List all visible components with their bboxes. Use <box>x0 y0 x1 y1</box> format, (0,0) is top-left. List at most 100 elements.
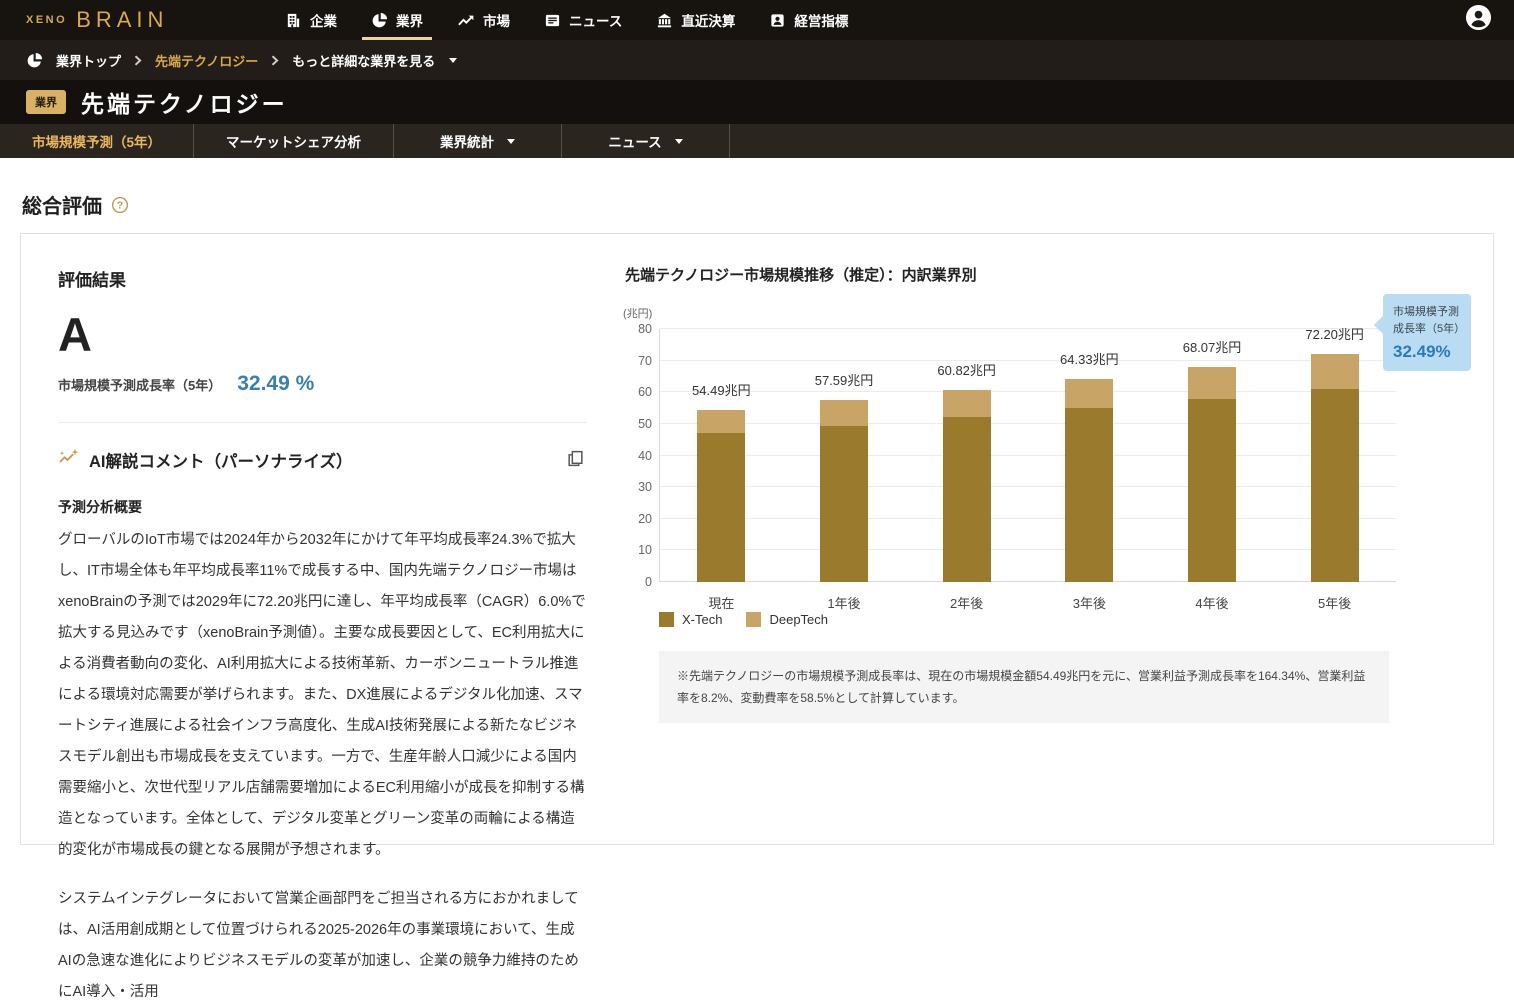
ai-comment-paragraph-2: システムインテグレータにおいて営業企画部門をご担当される方におかれましては、AI… <box>58 891 579 1000</box>
trend-icon <box>457 12 475 29</box>
nav-item-companies[interactable]: 企業 <box>268 0 354 40</box>
growth-rate-row: 市場規模予測成長率（5年） 32.49 % <box>58 372 587 423</box>
gridline <box>660 549 1396 551</box>
nav-item-label: 市場 <box>483 14 510 29</box>
nav-item-label: 直近決算 <box>681 14 736 29</box>
growth-rate-value: 32.49 % <box>237 372 315 395</box>
bar-total-label: 54.49兆円 <box>692 382 751 398</box>
svg-text:?: ? <box>117 199 123 211</box>
stacked-bar-5年後 <box>1310 353 1359 582</box>
title-bar: 業界 先端テクノロジー <box>0 80 1514 124</box>
chart-unit-label: (兆円) <box>623 308 653 320</box>
section-heading-row: 総合評価 ? <box>22 190 1494 219</box>
breadcrumb: 業界トップ 先端テクノロジー もっと詳細な業界を見る <box>0 40 1514 80</box>
chart-title: 先端テクノロジー市場規模推移（推定）：内訳業界別 <box>625 267 977 284</box>
breadcrumb-current[interactable]: 先端テクノロジー <box>155 51 258 70</box>
stacked-bar-2年後 <box>942 389 991 582</box>
callout-value: 32.49% <box>1393 342 1451 362</box>
bar-total-label: 72.20兆円 <box>1305 326 1364 342</box>
x-axis-label: 2年後 <box>950 596 984 611</box>
bar-segment-xtech <box>820 425 868 582</box>
ai-sparkle-icon <box>58 448 79 472</box>
chevron-right-icon <box>134 54 142 66</box>
caret-down-icon <box>507 138 516 144</box>
gridline <box>660 422 1396 424</box>
gridline <box>660 359 1396 361</box>
forecast-summary-heading: 予測分析概要 <box>58 499 142 515</box>
y-axis-tick: 10 <box>638 543 652 558</box>
legend-label: X-Tech <box>682 612 723 627</box>
nav-item-market[interactable]: 市場 <box>440 0 527 40</box>
tab-share[interactable]: マーケットシェア分析 <box>194 124 395 158</box>
section-heading: 総合評価 <box>22 196 102 218</box>
legend-swatch <box>659 612 674 627</box>
bar-segment-xtech <box>697 433 746 582</box>
help-question-icon[interactable]: ? <box>111 196 129 214</box>
top-nav-items: 企業 業界 市場 ニュース 直近決算 経営指標 <box>268 0 865 40</box>
y-axis-tick: 50 <box>638 416 652 431</box>
nav-item-earnings[interactable]: 直近決算 <box>639 0 752 40</box>
stacked-bar-現在 <box>697 409 746 582</box>
tab-label: 市場規模予測（5年） <box>32 135 162 150</box>
nav-item-label: 企業 <box>310 14 337 29</box>
evaluation-grade: A <box>58 308 92 361</box>
stacked-bar-3年後 <box>1065 378 1114 582</box>
x-axis-label: 3年後 <box>1072 596 1106 611</box>
nav-item-label: 経営指標 <box>794 14 849 29</box>
tab-label: 業界統計 <box>440 135 495 150</box>
xenobrain-logo[interactable]: XENO BRAIN <box>26 7 252 33</box>
bar-total-label: 64.33兆円 <box>1060 351 1119 367</box>
bar-segment-deeptech <box>1065 378 1114 409</box>
bar-segment-deeptech <box>820 399 868 426</box>
legend-item-deeptech: DeepTech <box>746 612 828 627</box>
evaluation-column: 評価結果 A 市場規模予測成長率（5年） 32.49 % AI解説コメント（パー… <box>21 234 609 1000</box>
bar-segment-deeptech <box>1188 366 1236 399</box>
tab-forecast[interactable]: 市場規模予測（5年） <box>0 124 195 158</box>
callout-label: 市場規模予測成長率（5年） <box>1393 306 1466 336</box>
bar-segment-deeptech <box>942 389 991 417</box>
bar-segment-xtech <box>942 416 991 582</box>
logo-text-brain: BRAIN <box>76 7 169 32</box>
x-axis-label: 現在 <box>708 596 735 611</box>
stacked-bar-4年後 <box>1188 366 1236 582</box>
y-axis-tick: 80 <box>638 322 652 336</box>
breadcrumb-industry-top[interactable]: 業界トップ <box>56 51 121 70</box>
main-content: 総合評価 ? 評価結果 A 市場規模予測成長率（5年） 32.49 % AI解説… <box>0 158 1514 1000</box>
y-axis-tick: 60 <box>638 385 652 400</box>
bar-segment-xtech <box>1188 398 1236 582</box>
nav-item-indicators[interactable]: 経営指標 <box>752 0 865 40</box>
nav-item-industry[interactable]: 業界 <box>354 0 440 40</box>
ai-comment-paragraph-1: グローバルのIoT市場では2024年から2032年にかけて年平均成長率24.3%… <box>58 532 586 858</box>
gridline <box>660 391 1396 393</box>
nav-item-label: 業界 <box>396 14 423 29</box>
page-title: 先端テクノロジー <box>81 91 288 118</box>
bank-icon <box>656 12 673 29</box>
breadcrumb-more-dropdown[interactable]: もっと詳細な業界を見る <box>292 51 458 70</box>
nav-item-news[interactable]: ニュース <box>527 0 639 40</box>
chevron-right-icon <box>271 54 279 66</box>
gridline <box>660 328 1396 329</box>
ai-comment-header: AI解説コメント（パーソナライズ） <box>58 447 587 473</box>
user-avatar-icon <box>1465 4 1492 36</box>
tab-stats[interactable]: 業界統計 <box>394 124 563 158</box>
bar-segment-xtech <box>1310 389 1359 582</box>
growth-rate-callout: 市場規模予測成長率（5年） 32.49% <box>1374 294 1471 372</box>
evaluation-result-heading: 評価結果 <box>58 271 126 290</box>
tab-tab-news[interactable]: ニュース <box>562 124 731 158</box>
caret-down-icon <box>674 138 683 144</box>
user-avatar[interactable] <box>1465 4 1492 36</box>
copy-button[interactable] <box>564 447 587 473</box>
x-axis-label: 5年後 <box>1318 596 1352 611</box>
x-axis-label: 4年後 <box>1195 596 1229 611</box>
gridline <box>660 486 1396 488</box>
pie-chart-icon <box>371 12 388 29</box>
nav-item-label: ニュース <box>569 14 623 29</box>
chart-footnote: ※先端テクノロジーの市場規模予測成長率は、現在の市場規模金額54.49兆円を元に… <box>659 651 1389 723</box>
y-axis-tick: 20 <box>638 511 652 526</box>
industry-badge: 業界 <box>26 90 66 114</box>
growth-rate-label: 市場規模予測成長率（5年） <box>58 378 222 393</box>
overall-evaluation-card: 評価結果 A 市場規模予測成長率（5年） 32.49 % AI解説コメント（パー… <box>20 233 1494 1000</box>
bar-total-label: 68.07兆円 <box>1182 339 1242 355</box>
copy-icon <box>566 449 585 471</box>
ai-comment-heading: AI解説コメント（パーソナライズ） <box>89 453 353 471</box>
